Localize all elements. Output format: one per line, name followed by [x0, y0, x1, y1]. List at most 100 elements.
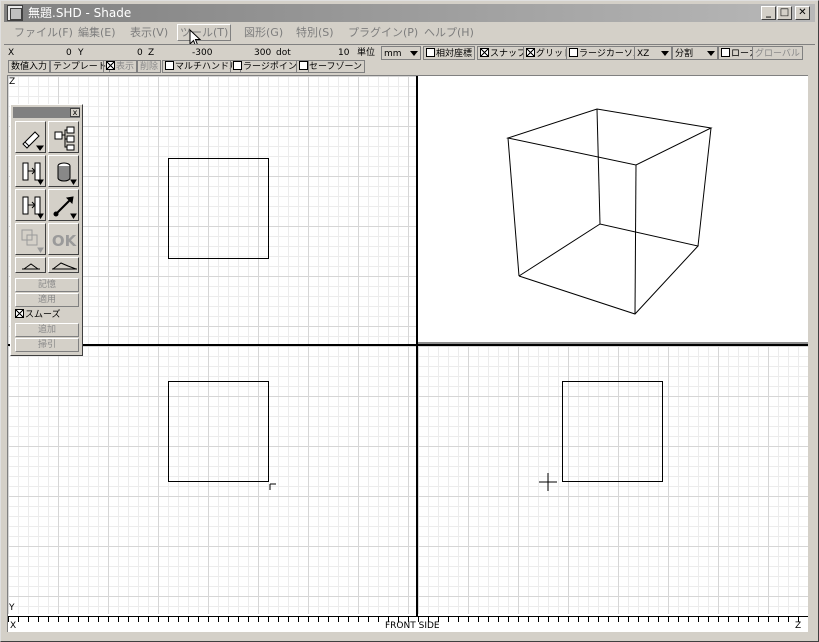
menu-tool[interactable]: ツール(T): [177, 24, 232, 41]
menu-file[interactable]: ファイル(F): [12, 24, 75, 41]
move-icon: [22, 196, 44, 219]
relative-coords-label: 相対座標: [436, 49, 473, 59]
perspective-viewport[interactable]: [418, 76, 808, 344]
curve-small-icon: [22, 263, 40, 270]
option-bar: 数値入力 テンプレート 表示 削除 マルチハンドル ラージポイント セーフゾーン: [4, 60, 815, 74]
multi-handle-label: マルチハンドル: [175, 62, 239, 72]
minimize-button[interactable]: _: [761, 6, 776, 20]
snap-label: スナップ: [490, 49, 527, 59]
close-button[interactable]: ✕: [795, 6, 810, 20]
chevron-down-icon: [661, 51, 669, 56]
smooth-label: スムーズ: [25, 310, 61, 320]
split-value: 分割: [675, 49, 694, 59]
chevron-down-icon: [707, 51, 715, 56]
ok-icon: OK: [52, 232, 78, 250]
viewport-vertical-divider[interactable]: [416, 76, 418, 616]
hierarchy-tool-button[interactable]: [48, 121, 79, 153]
smooth-curve-button[interactable]: [15, 257, 46, 273]
plane-value: XZ: [637, 49, 650, 59]
tool-palette-titlebar[interactable]: x: [13, 107, 80, 118]
pen-tool-button[interactable]: [15, 121, 46, 153]
menu-plugin[interactable]: プラグイン(P): [346, 24, 420, 41]
cube-side-view[interactable]: [562, 381, 663, 482]
extrude-tool-button[interactable]: [15, 155, 46, 187]
cylinder-tool-button[interactable]: [48, 155, 79, 187]
show-label: 表示: [116, 62, 135, 72]
ruler-left-y-marker: Y: [9, 603, 15, 613]
tool-palette: x OK 記憶 適用 スムーズ 追加 掃引: [10, 104, 83, 356]
hierarchy-icon: [54, 126, 75, 151]
z-label: Z: [148, 48, 155, 58]
curve-wide-icon: [52, 262, 77, 270]
crosshair-icon: [539, 473, 557, 491]
copy-tool-button[interactable]: [15, 223, 46, 255]
split-dropdown[interactable]: 分割: [672, 46, 718, 60]
maximize-button[interactable]: □: [777, 6, 792, 20]
large-cursor-label: ラージカーソル: [579, 49, 642, 59]
cube-front-view[interactable]: [168, 381, 269, 482]
menu-view[interactable]: 表示(V): [128, 24, 170, 41]
safe-zone-label: セーフゾーン: [309, 62, 363, 72]
dot-step[interactable]: 10: [338, 46, 349, 60]
front-view-viewport[interactable]: [8, 346, 416, 614]
cube-top-view[interactable]: [168, 158, 269, 259]
show-checkbox[interactable]: 表示: [103, 60, 138, 73]
title-bar[interactable]: 無題.SHD - Shade _ □ ✕: [4, 4, 815, 22]
memory-button[interactable]: 記憶: [15, 278, 79, 292]
z-value[interactable]: -300: [192, 46, 212, 60]
cylinder-icon: [57, 162, 77, 185]
ruler-left-z-marker: Z: [9, 77, 16, 87]
cube-perspective[interactable]: [418, 76, 808, 342]
global-button[interactable]: グローバル: [752, 46, 803, 60]
ruler-view-label: FRONT SIDE: [385, 621, 440, 631]
ruler-z-marker: Z: [795, 621, 802, 631]
menu-edit[interactable]: 編集(E): [76, 24, 118, 41]
template-button[interactable]: テンプレート: [50, 60, 110, 73]
menu-bar: ファイル(F) 編集(E) 表示(V) ツール(T) 図形(G) 特別(S) プ…: [4, 23, 815, 42]
ruler-x-marker: X: [10, 621, 17, 631]
delete-button[interactable]: 削除: [137, 60, 162, 73]
corner-marker-icon: [269, 483, 276, 490]
extrude-icon: [22, 162, 44, 185]
apply-button[interactable]: 適用: [15, 293, 79, 307]
plane-dropdown[interactable]: XZ: [634, 46, 672, 60]
app-window: 無題.SHD - Shade _ □ ✕ ファイル(F) 編集(E) 表示(V)…: [0, 0, 819, 642]
wide-curve-button[interactable]: [48, 257, 79, 273]
viewport-horizontal-divider[interactable]: [8, 344, 808, 346]
x-label: X: [8, 48, 15, 58]
line-tool-button[interactable]: [48, 189, 79, 221]
app-icon[interactable]: [7, 5, 23, 21]
tool-palette-close-button[interactable]: x: [70, 108, 80, 117]
bottom-ruler[interactable]: X FRONT SIDE Z: [8, 616, 808, 632]
menu-shape[interactable]: 図形(G): [242, 24, 285, 41]
menu-help[interactable]: ヘルプ(H): [422, 24, 476, 41]
snap-checkbox[interactable]: スナップ: [477, 46, 530, 60]
y-label: Y: [78, 48, 84, 58]
add-button[interactable]: 追加: [15, 323, 79, 337]
ok-button[interactable]: OK: [48, 223, 79, 255]
coordinate-bar: X 0 Y 0 Z -300 300 dot 10 単位 mm 相対座標 スナッ…: [4, 44, 815, 60]
line-arrow-icon: [53, 196, 77, 219]
menu-special[interactable]: 特別(S): [294, 24, 336, 41]
dot-label: dot: [276, 48, 291, 58]
smooth-checkbox[interactable]: スムーズ: [15, 308, 79, 322]
move-tool-button[interactable]: [15, 189, 46, 221]
numeric-input-button[interactable]: 数値入力: [8, 60, 51, 73]
dot-value[interactable]: 300: [254, 46, 271, 60]
x-value[interactable]: 0: [66, 46, 72, 60]
chevron-down-icon: [410, 51, 418, 56]
window-title: 無題.SHD - Shade: [28, 6, 132, 20]
sweep-button[interactable]: 掃引: [15, 338, 79, 352]
unit-value: mm: [384, 49, 402, 59]
copy-icon: [21, 229, 44, 253]
large-cursor-checkbox[interactable]: ラージカーソル: [566, 46, 645, 60]
relative-coords-checkbox[interactable]: 相対座標: [423, 46, 476, 60]
viewport-area[interactable]: X FRONT SIDE Z Z Y: [7, 75, 808, 632]
unit-dropdown[interactable]: mm: [381, 46, 421, 60]
y-value[interactable]: 0: [137, 46, 143, 60]
unit-label: 単位: [357, 48, 376, 58]
pencil-icon: [22, 131, 44, 151]
safe-zone-checkbox[interactable]: セーフゾーン: [296, 60, 366, 73]
side-view-viewport[interactable]: [418, 346, 808, 614]
ok-label: OK: [52, 232, 78, 250]
